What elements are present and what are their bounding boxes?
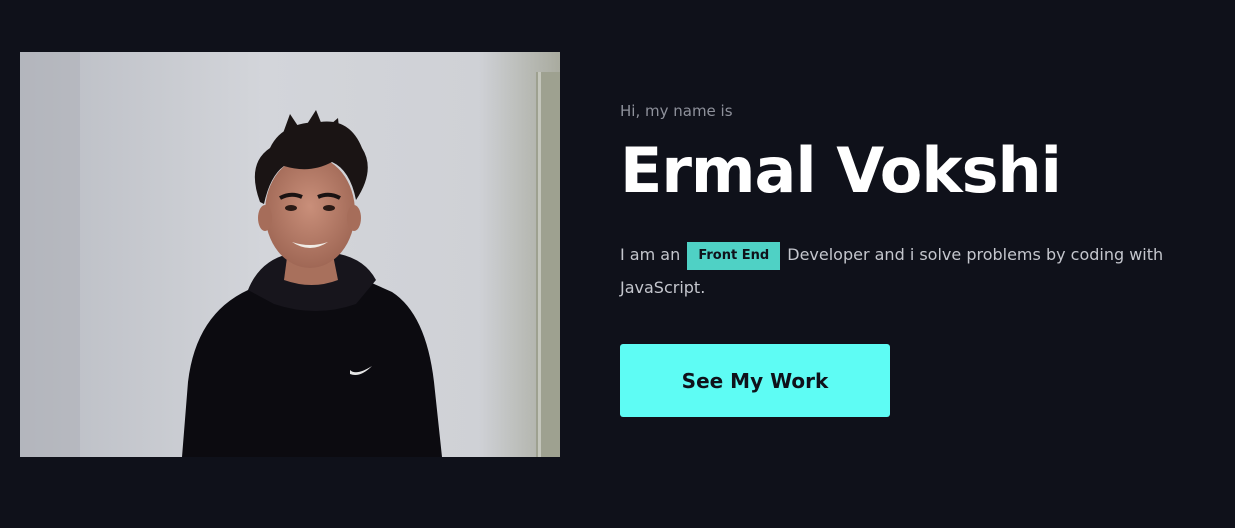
tagline-before: I am an bbox=[620, 245, 681, 264]
greeting-text: Hi, my name is bbox=[620, 102, 733, 120]
see-my-work-button[interactable]: See My Work bbox=[620, 344, 890, 417]
profile-photo bbox=[20, 52, 560, 457]
tagline: I am an Front End Developer and i solve … bbox=[620, 238, 1180, 304]
hero-section: Hi, my name is Ermal Vokshi I am an Fron… bbox=[0, 0, 1235, 528]
profile-photo-illustration bbox=[20, 52, 560, 457]
role-badge: Front End bbox=[687, 241, 781, 270]
page-title: Ermal Vokshi bbox=[620, 134, 1062, 207]
intro-content: Hi, my name is Ermal Vokshi I am an Fron… bbox=[620, 98, 1180, 417]
